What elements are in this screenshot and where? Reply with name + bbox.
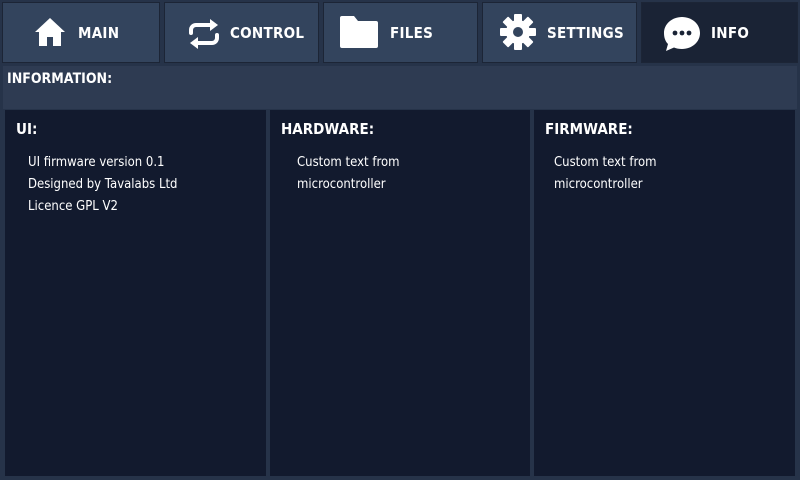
- tab-files[interactable]: FILES: [323, 2, 478, 63]
- gear-icon: [500, 14, 536, 50]
- tab-bar: MAIN CONTROL FILES SETTINGS INFO: [0, 0, 800, 65]
- tab-control[interactable]: CONTROL: [164, 2, 319, 63]
- hardware-panel: HARDWARE: Custom text from microcontroll…: [270, 110, 530, 476]
- ui-designer-line: Designed by Tavalabs Ltd: [28, 177, 178, 192]
- tab-files-label: FILES: [390, 24, 434, 42]
- firmware-panel-title: FIRMWARE:: [545, 120, 633, 138]
- ui-licence-line: Licence GPL V2: [28, 199, 118, 214]
- tab-main[interactable]: MAIN: [2, 2, 160, 63]
- hardware-panel-text: Custom text from microcontroller: [297, 152, 400, 196]
- ui-panel-text: UI firmware version 0.1 Designed by Tava…: [28, 152, 177, 218]
- home-icon: [35, 18, 65, 46]
- refresh-icon: [189, 19, 219, 49]
- folder-icon: [340, 16, 378, 48]
- page-title: INFORMATION:: [7, 71, 113, 87]
- hardware-text-line: Custom text from: [297, 155, 400, 170]
- firmware-text-line: Custom text from: [554, 155, 657, 170]
- ui-panel-title: UI:: [16, 120, 38, 138]
- hardware-text-line: microcontroller: [297, 177, 386, 192]
- info-header: INFORMATION:: [3, 66, 797, 109]
- tab-info-label: INFO: [711, 24, 750, 42]
- firmware-panel-text: Custom text from microcontroller: [554, 152, 657, 196]
- tab-settings[interactable]: SETTINGS: [482, 2, 637, 63]
- firmware-panel: FIRMWARE: Custom text from microcontroll…: [534, 110, 795, 476]
- ui-panel: UI: UI firmware version 0.1 Designed by …: [5, 110, 266, 476]
- tab-settings-label: SETTINGS: [547, 24, 624, 42]
- tab-main-label: MAIN: [78, 24, 120, 42]
- firmware-text-line: microcontroller: [554, 177, 643, 192]
- hardware-panel-title: HARDWARE:: [281, 120, 375, 138]
- tab-control-label: CONTROL: [230, 24, 305, 42]
- chat-icon: [664, 17, 700, 51]
- ui-firmware-version-line: UI firmware version 0.1: [28, 155, 165, 170]
- tab-info[interactable]: INFO: [641, 2, 798, 63]
